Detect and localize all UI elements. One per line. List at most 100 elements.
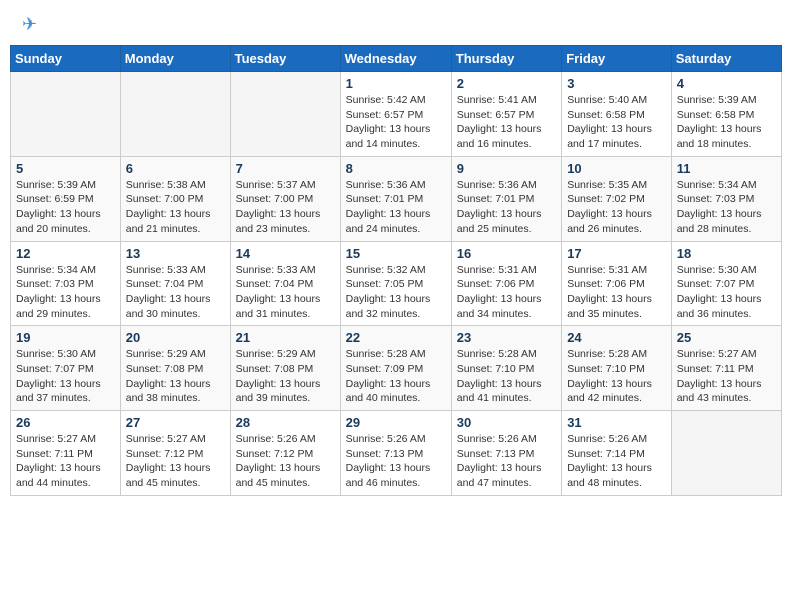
day-number: 31 [567,415,666,430]
day-info: Sunrise: 5:29 AMSunset: 7:08 PMDaylight:… [126,347,225,406]
calendar-cell: 15 Sunrise: 5:32 AMSunset: 7:05 PMDayligh… [340,241,451,326]
day-number: 14 [236,246,335,261]
day-number: 18 [677,246,776,261]
calendar-cell: 20 Sunrise: 5:29 AMSunset: 7:08 PMDayligh… [120,326,230,411]
day-number: 7 [236,161,335,176]
day-info: Sunrise: 5:28 AMSunset: 7:10 PMDaylight:… [567,347,666,406]
day-info: Sunrise: 5:36 AMSunset: 7:01 PMDaylight:… [457,178,556,237]
calendar-cell: 7Sunrise: 5:37 AMSunset: 7:00 PMDaylight… [230,156,340,241]
day-number: 5 [16,161,115,176]
day-header-wednesday: Wednesday [340,46,451,72]
calendar-cell: 1 Sunrise: 5:42 AMSunset: 6:57 PMDaylight… [340,72,451,157]
day-number: 24 [567,330,666,345]
day-info: Sunrise: 5:34 AMSunset: 7:03 PMDaylight:… [16,263,115,322]
calendar-header-row: SundayMondayTuesdayWednesdayThursdayFrid… [11,46,782,72]
day-info: Sunrise: 5:30 AMSunset: 7:07 PMDaylight:… [16,347,115,406]
calendar-cell: 14Sunrise: 5:33 AMSunset: 7:04 PMDayligh… [230,241,340,326]
day-number: 13 [126,246,225,261]
calendar-cell: 28 Sunrise: 5:26 AMSunset: 7:12 PMDayligh… [230,411,340,496]
day-number: 10 [567,161,666,176]
day-number: 11 [677,161,776,176]
calendar-cell: 10Sunrise: 5:35 AMSunset: 7:02 PMDayligh… [562,156,672,241]
day-info: Sunrise: 5:26 AMSunset: 7:13 PMDaylight:… [346,432,446,491]
calendar-cell: 25 Sunrise: 5:27 AMSunset: 7:11 PMDayligh… [671,326,781,411]
day-number: 19 [16,330,115,345]
calendar-cell: 23 Sunrise: 5:28 AMSunset: 7:10 PMDayligh… [451,326,561,411]
day-info: Sunrise: 5:41 AMSunset: 6:57 PMDaylight:… [457,93,556,152]
day-info: Sunrise: 5:42 AMSunset: 6:57 PMDaylight:… [346,93,446,152]
calendar-cell: 18 Sunrise: 5:30 AMSunset: 7:07 PMDayligh… [671,241,781,326]
day-header-friday: Friday [562,46,672,72]
day-info: Sunrise: 5:39 AMSunset: 6:58 PMDaylight:… [677,93,776,152]
calendar-cell: 6 Sunrise: 5:38 AMSunset: 7:00 PMDaylight… [120,156,230,241]
day-number: 26 [16,415,115,430]
day-info: Sunrise: 5:27 AMSunset: 7:11 PMDaylight:… [677,347,776,406]
calendar-cell: 4 Sunrise: 5:39 AMSunset: 6:58 PMDaylight… [671,72,781,157]
day-number: 29 [346,415,446,430]
calendar-cell: 22 Sunrise: 5:28 AMSunset: 7:09 PMDayligh… [340,326,451,411]
day-number: 4 [677,76,776,91]
day-info: Sunrise: 5:28 AMSunset: 7:10 PMDaylight:… [457,347,556,406]
calendar-week-row: 19 Sunrise: 5:30 AMSunset: 7:07 PMDayligh… [11,326,782,411]
day-info: Sunrise: 5:29 AMSunset: 7:08 PMDaylight:… [236,347,335,406]
calendar-cell: 9 Sunrise: 5:36 AMSunset: 7:01 PMDaylight… [451,156,561,241]
day-header-saturday: Saturday [671,46,781,72]
day-info: Sunrise: 5:31 AMSunset: 7:06 PMDaylight:… [457,263,556,322]
day-number: 23 [457,330,556,345]
day-info: Sunrise: 5:26 AMSunset: 7:14 PMDaylight:… [567,432,666,491]
calendar-cell: 31 Sunrise: 5:26 AMSunset: 7:14 PMDayligh… [562,411,672,496]
day-info: Sunrise: 5:33 AMSunset: 7:04 PMDaylight:… [126,263,225,322]
day-info: Sunrise: 5:32 AMSunset: 7:05 PMDaylight:… [346,263,446,322]
calendar-cell: 19 Sunrise: 5:30 AMSunset: 7:07 PMDayligh… [11,326,121,411]
day-number: 6 [126,161,225,176]
calendar-table: SundayMondayTuesdayWednesdayThursdayFrid… [10,45,782,496]
day-info: Sunrise: 5:27 AMSunset: 7:12 PMDaylight:… [126,432,225,491]
calendar-cell [11,72,121,157]
calendar-week-row: 5 Sunrise: 5:39 AMSunset: 6:59 PMDaylight… [11,156,782,241]
calendar-cell: 21 Sunrise: 5:29 AMSunset: 7:08 PMDayligh… [230,326,340,411]
calendar-cell: 30Sunrise: 5:26 AMSunset: 7:13 PMDayligh… [451,411,561,496]
calendar-cell: 3 Sunrise: 5:40 AMSunset: 6:58 PMDaylight… [562,72,672,157]
day-info: Sunrise: 5:38 AMSunset: 7:00 PMDaylight:… [126,178,225,237]
day-info: Sunrise: 5:34 AMSunset: 7:03 PMDaylight:… [677,178,776,237]
day-number: 22 [346,330,446,345]
day-number: 21 [236,330,335,345]
calendar-cell: 24 Sunrise: 5:28 AMSunset: 7:10 PMDayligh… [562,326,672,411]
calendar-cell [230,72,340,157]
day-number: 16 [457,246,556,261]
day-number: 15 [346,246,446,261]
day-info: Sunrise: 5:26 AMSunset: 7:12 PMDaylight:… [236,432,335,491]
day-header-sunday: Sunday [11,46,121,72]
page-header: ✈ [10,10,782,39]
calendar-week-row: 1 Sunrise: 5:42 AMSunset: 6:57 PMDaylight… [11,72,782,157]
day-info: Sunrise: 5:40 AMSunset: 6:58 PMDaylight:… [567,93,666,152]
day-number: 9 [457,161,556,176]
day-info: Sunrise: 5:36 AMSunset: 7:01 PMDaylight:… [346,178,446,237]
logo-bird-icon: ✈ [22,14,37,35]
day-info: Sunrise: 5:27 AMSunset: 7:11 PMDaylight:… [16,432,115,491]
day-number: 3 [567,76,666,91]
day-number: 20 [126,330,225,345]
calendar-cell: 11 Sunrise: 5:34 AMSunset: 7:03 PMDayligh… [671,156,781,241]
day-number: 8 [346,161,446,176]
day-info: Sunrise: 5:30 AMSunset: 7:07 PMDaylight:… [677,263,776,322]
day-number: 17 [567,246,666,261]
calendar-week-row: 26 Sunrise: 5:27 AMSunset: 7:11 PMDayligh… [11,411,782,496]
calendar-cell: 29 Sunrise: 5:26 AMSunset: 7:13 PMDayligh… [340,411,451,496]
calendar-cell: 12Sunrise: 5:34 AMSunset: 7:03 PMDayligh… [11,241,121,326]
day-number: 1 [346,76,446,91]
calendar-cell: 5 Sunrise: 5:39 AMSunset: 6:59 PMDaylight… [11,156,121,241]
calendar-cell: 26 Sunrise: 5:27 AMSunset: 7:11 PMDayligh… [11,411,121,496]
day-info: Sunrise: 5:28 AMSunset: 7:09 PMDaylight:… [346,347,446,406]
day-info: Sunrise: 5:26 AMSunset: 7:13 PMDaylight:… [457,432,556,491]
day-number: 28 [236,415,335,430]
calendar-cell [120,72,230,157]
day-number: 25 [677,330,776,345]
day-info: Sunrise: 5:39 AMSunset: 6:59 PMDaylight:… [16,178,115,237]
calendar-cell: 8 Sunrise: 5:36 AMSunset: 7:01 PMDaylight… [340,156,451,241]
day-header-monday: Monday [120,46,230,72]
calendar-cell [671,411,781,496]
day-header-thursday: Thursday [451,46,561,72]
calendar-cell: 27Sunrise: 5:27 AMSunset: 7:12 PMDayligh… [120,411,230,496]
day-info: Sunrise: 5:31 AMSunset: 7:06 PMDaylight:… [567,263,666,322]
